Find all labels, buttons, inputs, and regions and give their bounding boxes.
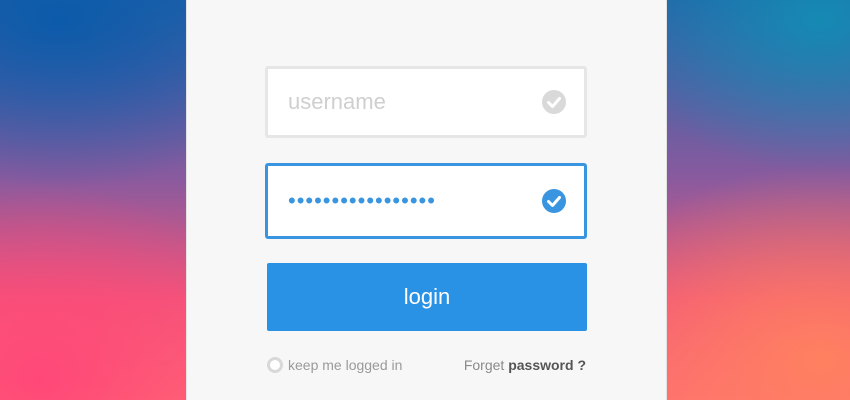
password-field[interactable] xyxy=(265,163,587,239)
login-button[interactable]: login xyxy=(267,263,587,331)
forgot-emphasis: password ? xyxy=(508,357,586,373)
password-input[interactable] xyxy=(268,166,584,236)
login-card: login keep me logged in Forget password … xyxy=(186,0,667,400)
username-input[interactable] xyxy=(268,69,584,135)
forgot-password-link[interactable]: Forget password ? xyxy=(464,355,586,375)
check-circle-icon xyxy=(542,90,566,114)
keep-logged-in-label: keep me logged in xyxy=(288,357,403,373)
radio-icon[interactable] xyxy=(267,357,283,373)
forgot-prefix: Forget xyxy=(463,357,509,373)
username-field[interactable] xyxy=(265,66,587,138)
check-circle-icon xyxy=(542,189,566,213)
keep-logged-in-option[interactable]: keep me logged in xyxy=(267,355,402,375)
